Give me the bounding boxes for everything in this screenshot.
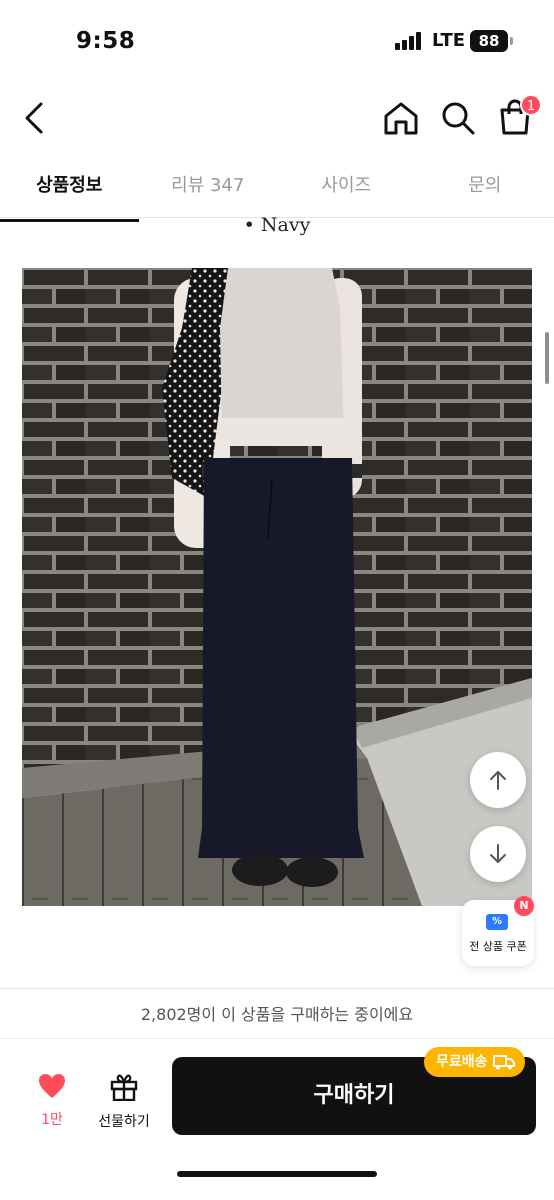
coupon-label: 전 상품 쿠폰	[469, 940, 527, 953]
battery-icon: 88	[470, 30, 508, 52]
home-indicator[interactable]	[177, 1171, 377, 1177]
arrow-up-icon	[490, 771, 506, 790]
product-photo	[22, 268, 532, 906]
gift-icon	[110, 1074, 138, 1102]
product-tabs: 상품정보 리뷰 347 사이즈 문의	[0, 160, 554, 222]
heart-icon	[39, 1074, 65, 1098]
scroll-up-button[interactable]	[470, 752, 526, 808]
gift-label: 선물하기	[98, 1114, 150, 1130]
purchase-bar: 2,802명이 이 상품을 구매하는 중이에요 1만 선물하기 구매하기 무료배…	[0, 988, 554, 1200]
new-badge: N	[514, 896, 534, 916]
scroll-indicator[interactable]	[545, 332, 549, 384]
truck-icon	[492, 1055, 515, 1070]
scroll-down-button[interactable]	[470, 826, 526, 882]
signal-icon	[395, 32, 425, 50]
arrow-down-icon	[490, 844, 506, 863]
color-variant-label: • Navy	[243, 214, 311, 236]
tab-product-info[interactable]: 상품정보	[0, 160, 139, 222]
network-label: LTE	[432, 30, 466, 51]
battery-tip	[510, 37, 513, 45]
free-shipping-badge: 무료배송	[424, 1047, 525, 1077]
cart-count-badge: 1	[520, 94, 542, 116]
status-bar: 9:58 LTE 88	[0, 0, 554, 78]
home-icon[interactable]	[382, 100, 420, 136]
back-icon[interactable]	[20, 98, 50, 138]
free-shipping-label: 무료배송	[436, 1054, 488, 1070]
buying-now-notice: 2,802명이 이 상품을 구매하는 중이에요	[0, 989, 554, 1039]
tab-reviews[interactable]: 리뷰 347	[139, 160, 278, 217]
tab-size[interactable]: 사이즈	[277, 160, 416, 217]
search-icon[interactable]	[440, 100, 476, 136]
coupon-icon: %	[486, 914, 508, 930]
like-button[interactable]: 1만	[30, 1073, 74, 1129]
tab-inquiry[interactable]: 문의	[416, 160, 554, 217]
like-count: 1만	[41, 1112, 63, 1128]
gift-button[interactable]: 선물하기	[92, 1073, 156, 1131]
status-time: 9:58	[76, 28, 136, 54]
top-nav: 1	[0, 80, 554, 156]
